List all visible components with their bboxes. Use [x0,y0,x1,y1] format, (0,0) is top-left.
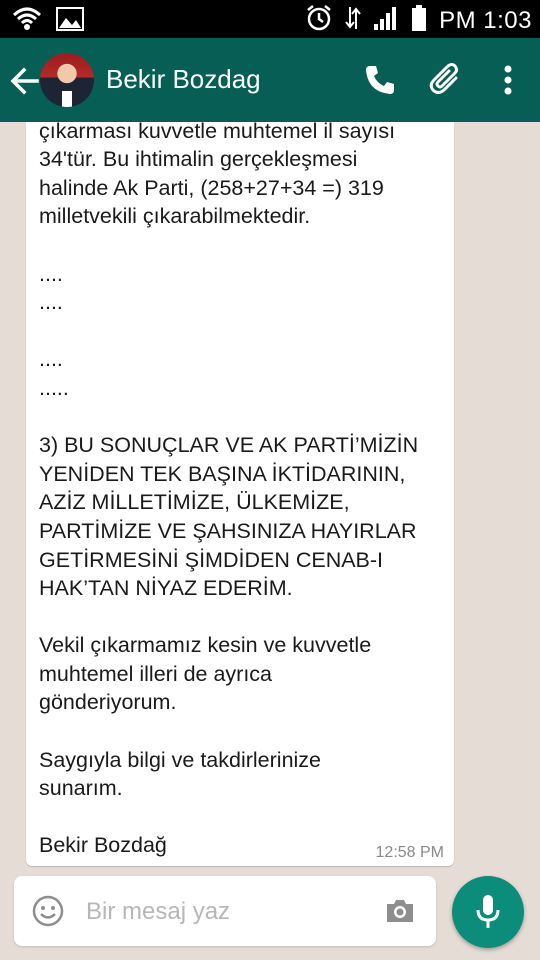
message-input[interactable]: Bir mesaj yaz [86,898,230,926]
status-bar: PM 1:03 [0,0,540,38]
message-line: milletvekili çıkarabilmektedir. [39,204,311,229]
data-icon [345,4,361,37]
battery-icon [411,4,427,37]
message-time: 12:58 PM [375,844,444,861]
message-line: gönderiyorum. [39,690,177,715]
signal-icon [373,5,399,36]
image-icon [56,7,84,36]
camera-icon[interactable] [384,895,416,927]
message-line: .... [39,261,63,286]
avatar[interactable] [40,53,94,107]
attach-icon[interactable] [428,62,464,98]
message-bubble[interactable]: çıkardığı vekillere ilaveten milletvekil… [26,122,454,866]
phone-icon[interactable] [362,62,398,98]
more-icon[interactable] [490,62,526,98]
chat-header: Bekir Bozdag [0,38,540,122]
message-line: YENİDEN TEK BAŞINA İKTİDARININ, [39,461,406,486]
message-line [39,317,451,346]
mic-button[interactable] [452,876,524,948]
message-line: Vekil çıkarmamız kesin ve kuvvetle [39,633,372,658]
message-line: halinde Ak Parti, (258+27+34 =) 319 [39,175,384,200]
message-line: .... [39,347,63,372]
message-line [39,803,451,832]
wifi-icon [12,6,42,37]
message-line [39,603,451,632]
message-line: 34'tür. Bu ihtimalin gerçekleşmesi [39,147,358,172]
alarm-icon [305,4,333,37]
message-line: 3) BU SONUÇLAR VE AK PARTİ’MİZİN [39,433,419,458]
message-line: PARTİMİZE VE ŞAHSINIZA HAYIRLAR [39,518,417,543]
message-line: sunarım. [39,776,123,801]
message-line [39,403,451,432]
message-line: Saygıyla bilgi ve takdirlerinize [39,747,322,772]
message-line: AZİZ MİLLETİMİZE, ÜLKEMİZE, [39,490,350,515]
message-line: .... [39,290,63,315]
message-line [39,231,451,260]
message-text: çıkardığı vekillere ilaveten milletvekil… [39,122,451,860]
clock-time: PM 1:03 [439,6,532,34]
message-input-bar[interactable]: Bir mesaj yaz [14,876,436,946]
back-arrow-icon[interactable] [8,64,42,98]
chat-area[interactable]: çıkardığı vekillere ilaveten milletvekil… [0,122,540,872]
emoji-icon[interactable] [32,895,64,927]
message-line [39,717,451,746]
contact-name[interactable]: Bekir Bozdag [106,64,261,95]
message-line: HAK’TAN NİYAZ EDERİM. [39,576,293,601]
message-line: muhtemel illeri de ayrıca [39,661,273,686]
message-line: çıkarması kuvvetle muhtemel il sayısı [39,122,396,143]
message-line: GETİRMESİNİ ŞİMDİDEN CENAB-I [39,547,384,572]
message-line: ..... [39,375,69,400]
